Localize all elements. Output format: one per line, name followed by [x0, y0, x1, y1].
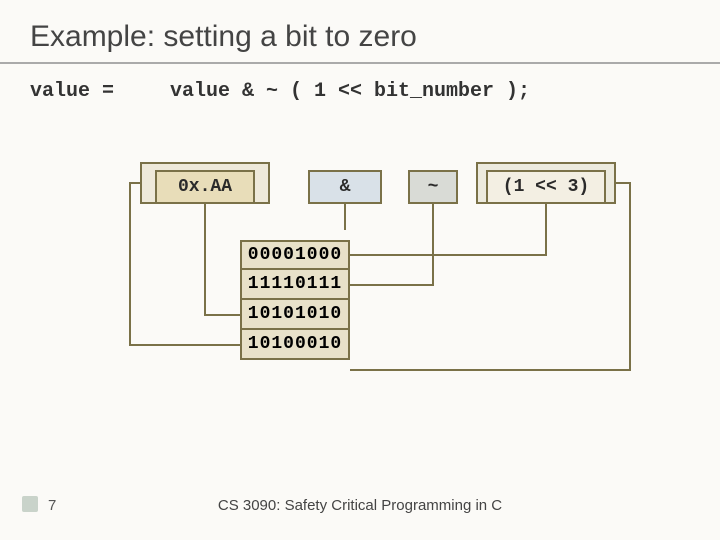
- footer-course: CS 3090: Safety Critical Programming in …: [0, 497, 720, 514]
- slide-title: Example: setting a bit to zero: [30, 20, 417, 54]
- binary-row-1: 11110111: [240, 270, 350, 300]
- expression-rhs: value & ~ ( 1 << bit_number );: [170, 80, 530, 103]
- binary-row-3: 10100010: [240, 330, 350, 360]
- expression-lhs: value =: [30, 80, 114, 103]
- binary-stack: 00001000 11110111 10101010 10100010: [240, 240, 350, 360]
- title-underline: [0, 62, 720, 64]
- binary-row-2: 10101010: [240, 300, 350, 330]
- box-hex-value: 0x.AA: [155, 170, 255, 204]
- binary-row-0: 00001000: [240, 240, 350, 270]
- box-and-operator: &: [308, 170, 382, 204]
- box-not-operator: ~: [408, 170, 458, 204]
- box-shift-expression: (1 << 3): [486, 170, 606, 204]
